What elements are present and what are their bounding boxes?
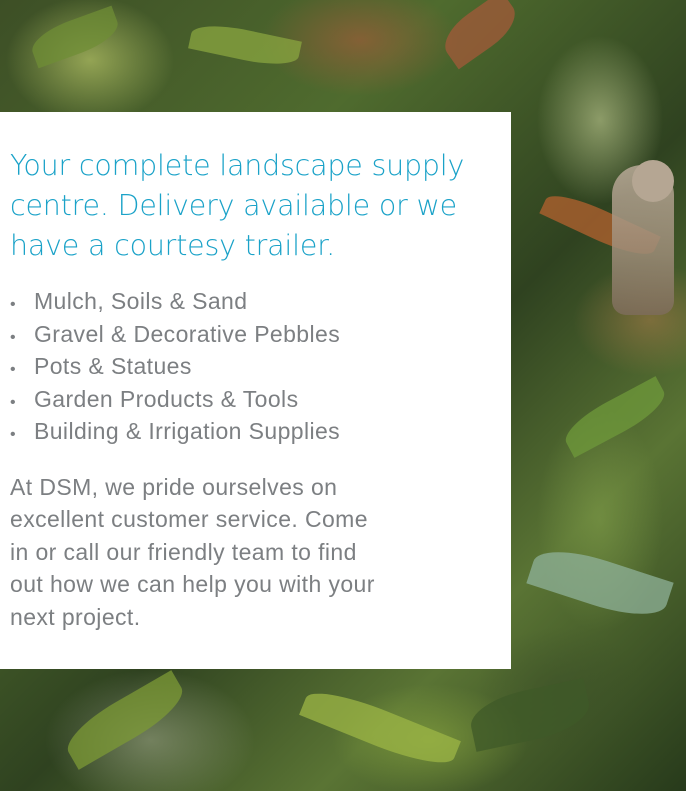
product-label: Building & Irrigation Supplies	[34, 418, 341, 444]
headline-line: centre. Delivery available or we	[10, 189, 457, 222]
intro-line: next project.	[10, 603, 141, 630]
intro-line: out how we can help you with your	[10, 571, 375, 597]
bullet-icon: •	[10, 393, 17, 411]
product-list-item: • Pots & Statues	[10, 353, 487, 386]
garden-photo-background: Your complete landscape supply centre. D…	[0, 0, 686, 791]
garden-statue-head	[632, 160, 674, 202]
bullet-icon: •	[10, 361, 17, 378]
product-list-item: • Mulch, Soils & Sand	[10, 288, 487, 321]
foliage-leaf	[58, 670, 192, 770]
foliage-leaf	[26, 5, 124, 69]
product-label: Garden Products & Tools	[34, 385, 299, 412]
foliage-leaf	[435, 0, 525, 70]
headline-line: have a courtesy trailer.	[10, 229, 335, 262]
intro-line: At DSM, we pride ourselves on	[10, 473, 338, 500]
intro-line: excellent customer service. Come	[10, 506, 368, 532]
foliage-leaf	[188, 18, 302, 72]
intro-paragraph: At DSM, we pride ourselves on excellent …	[10, 471, 487, 634]
product-label: Gravel & Decorative Pebbles	[34, 320, 341, 347]
intro-line: in or call our friendly team to find	[10, 538, 357, 565]
product-label: Mulch, Soils & Sand	[34, 288, 248, 314]
product-list: • Mulch, Soils & Sand • Gravel & Decorat…	[10, 288, 487, 451]
bullet-icon: •	[10, 328, 17, 346]
product-label: Pots & Statues	[34, 353, 192, 379]
info-card: Your complete landscape supply centre. D…	[0, 112, 511, 669]
headline: Your complete landscape supply centre. D…	[10, 146, 487, 266]
bullet-icon: •	[10, 296, 17, 313]
product-list-item: • Building & Irrigation Supplies	[10, 418, 487, 451]
product-list-item: • Garden Products & Tools	[10, 386, 487, 419]
foliage-leaf	[558, 376, 672, 458]
foliage-leaf	[526, 539, 674, 627]
foliage-leaf	[466, 678, 594, 752]
foliage-leaf	[299, 681, 461, 775]
headline-line: Your complete landscape supply	[10, 149, 465, 182]
bullet-icon: •	[10, 426, 17, 443]
product-list-item: • Gravel & Decorative Pebbles	[10, 321, 487, 354]
